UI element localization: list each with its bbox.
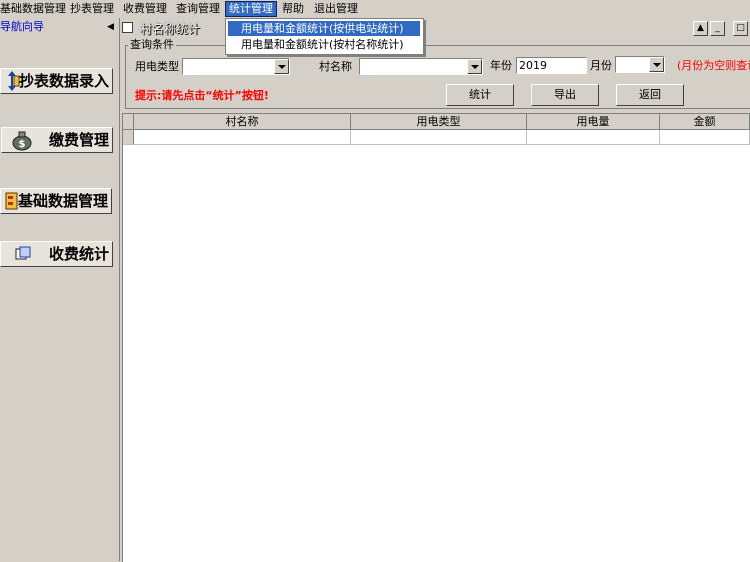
table-cell[interactable] bbox=[527, 130, 660, 145]
statistics-dropdown: 用电量和金额统计(按供电站统计) 用电量和金额统计(按村名称统计) bbox=[225, 18, 424, 55]
menu-exit[interactable]: 退出管理 bbox=[311, 1, 361, 17]
year-value: 2019 bbox=[519, 59, 547, 72]
menu-basic-data[interactable]: 基础数据管理 bbox=[0, 1, 69, 17]
power-type-label: 用电类型 bbox=[135, 60, 179, 73]
village-select[interactable] bbox=[359, 58, 483, 75]
month-select[interactable] bbox=[615, 56, 665, 73]
menu-meter-reading[interactable]: 抄表管理 bbox=[67, 1, 117, 17]
month-label: 月份 bbox=[590, 59, 612, 72]
chevron-down-icon[interactable] bbox=[274, 59, 289, 74]
scroll-up-icon[interactable]: ▲ bbox=[693, 21, 708, 36]
dropdown-item-by-village[interactable]: 用电量和金额统计(按村名称统计) bbox=[228, 37, 420, 52]
navigation-panel bbox=[0, 18, 120, 561]
stat-button[interactable]: 统计 bbox=[446, 84, 514, 106]
database-icon bbox=[5, 192, 18, 210]
stats-icon bbox=[15, 246, 31, 260]
year-input[interactable]: 2019 bbox=[516, 57, 587, 74]
chevron-down-icon[interactable] bbox=[467, 59, 482, 74]
nav-button-label: 抄表数据录入 bbox=[18, 72, 109, 90]
table-cell[interactable] bbox=[660, 130, 750, 145]
column-header-power-type[interactable]: 用电类型 bbox=[351, 114, 527, 130]
menu-charging[interactable]: 收费管理 bbox=[120, 1, 170, 17]
minimize-button[interactable]: _ bbox=[710, 21, 725, 36]
menu-bar: 基础数据管理 抄表管理 收费管理 查询管理 统计管理 帮助 退出管理 bbox=[0, 0, 750, 18]
query-group-label: 查询条件 bbox=[128, 38, 176, 52]
row-indicator-header bbox=[123, 114, 134, 130]
year-label: 年份 bbox=[490, 59, 512, 72]
nav-title: 导航向导 bbox=[0, 20, 44, 33]
back-button[interactable]: 返回 bbox=[616, 84, 684, 106]
row-indicator[interactable] bbox=[123, 130, 134, 145]
collapse-left-icon[interactable]: ◀ bbox=[107, 20, 114, 34]
maximize-button[interactable]: □ bbox=[733, 21, 748, 36]
nav-button-payment[interactable]: $ 缴费管理 bbox=[1, 127, 113, 153]
column-header-village[interactable]: 村名称 bbox=[134, 114, 351, 130]
export-button[interactable]: 导出 bbox=[531, 84, 599, 106]
window-title-bar bbox=[120, 20, 750, 38]
menu-statistics[interactable]: 统计管理 bbox=[225, 1, 277, 17]
column-header-power-usage[interactable]: 用电量 bbox=[527, 114, 660, 130]
meter-entry-icon bbox=[8, 71, 20, 91]
column-header-amount[interactable]: 金额 bbox=[660, 114, 750, 130]
nav-button-label: 缴费管理 bbox=[48, 131, 109, 149]
nav-button-label: 收费统计 bbox=[48, 245, 109, 263]
village-label: 村名称 bbox=[319, 60, 352, 73]
table-cell[interactable] bbox=[134, 130, 351, 145]
svg-text:$: $ bbox=[19, 139, 26, 150]
table-cell[interactable] bbox=[351, 130, 527, 145]
data-grid[interactable] bbox=[122, 113, 750, 562]
money-bag-icon: $ bbox=[12, 131, 32, 151]
power-type-select[interactable] bbox=[182, 58, 290, 75]
month-note: (月份为空则查询 bbox=[677, 59, 750, 72]
menu-query[interactable]: 查询管理 bbox=[173, 1, 223, 17]
window-title: 村名称统计 bbox=[140, 22, 201, 36]
menu-help[interactable]: 帮助 bbox=[279, 1, 307, 17]
nav-button-basic-data[interactable]: 基础数据管理 bbox=[0, 188, 112, 214]
hint-text: 提示:请先点击“统计”按钮! bbox=[135, 89, 269, 102]
nav-button-fee-stats[interactable]: 收费统计 bbox=[0, 241, 113, 267]
chevron-down-icon[interactable] bbox=[649, 57, 664, 72]
nav-button-meter-entry[interactable]: 抄表数据录入 bbox=[0, 68, 113, 94]
window-menu-icon[interactable] bbox=[122, 22, 133, 33]
dropdown-item-by-station[interactable]: 用电量和金额统计(按供电站统计) bbox=[228, 21, 420, 36]
nav-button-label: 基础数据管理 bbox=[17, 192, 108, 210]
